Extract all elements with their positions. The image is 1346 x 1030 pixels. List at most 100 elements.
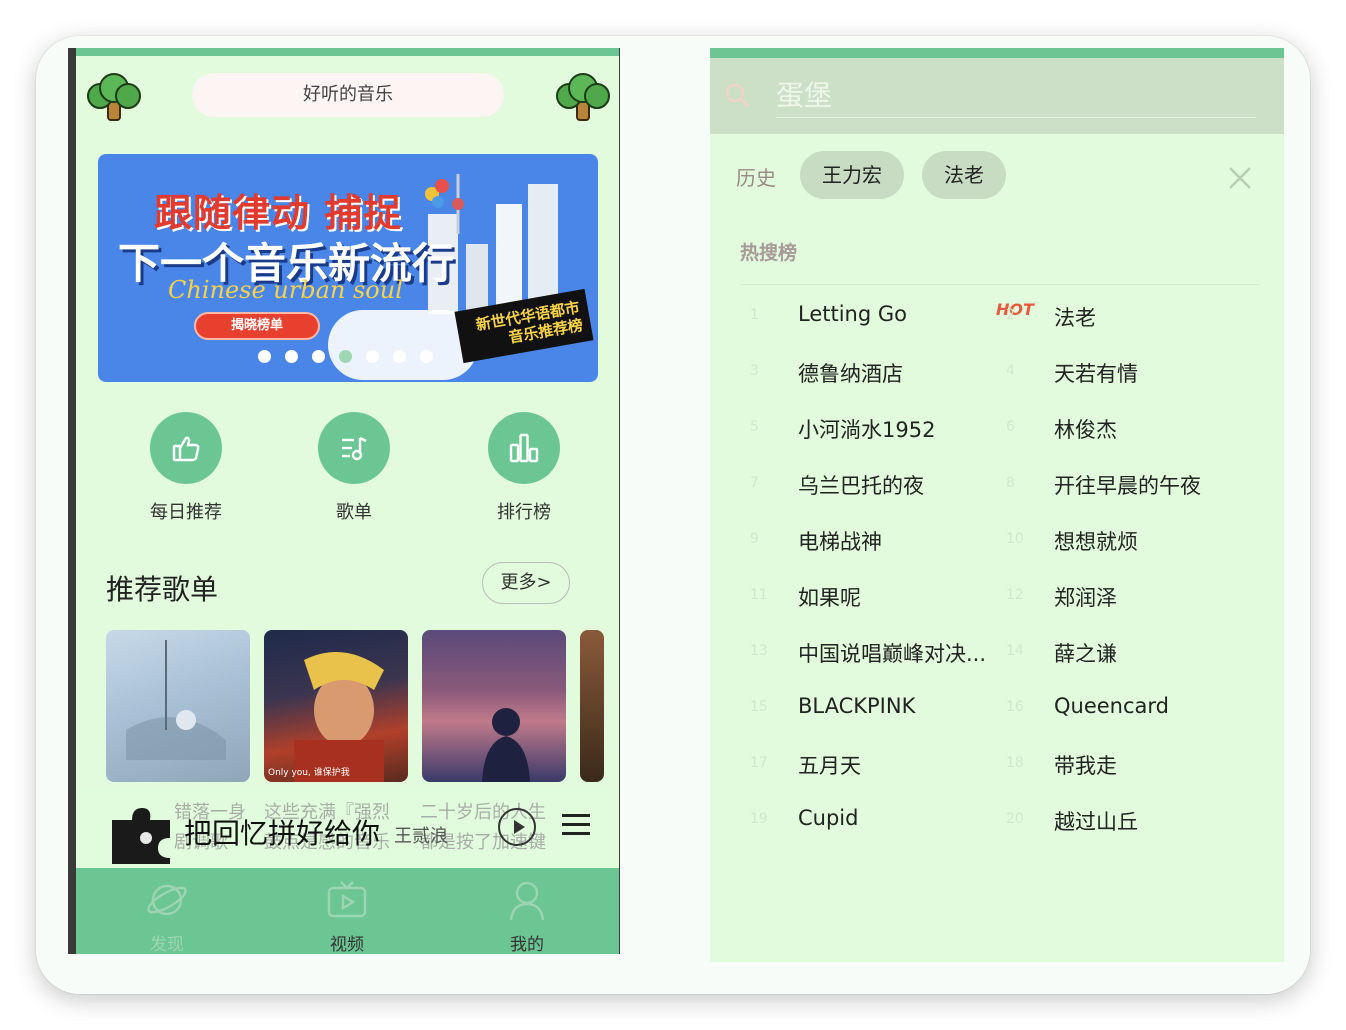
- tab-label: 发现: [150, 935, 184, 954]
- section-title: 推荐歌单: [106, 573, 219, 606]
- reveal-chart-button[interactable]: 揭晓榜单: [194, 312, 320, 340]
- history-chip[interactable]: 法老: [922, 151, 1006, 199]
- banner-line1: 跟随律动 捕捉: [154, 190, 403, 235]
- carousel-dot[interactable]: [312, 350, 325, 363]
- hot-name: BLACKPINK: [798, 694, 916, 718]
- hot-rank: 4: [1006, 363, 1015, 379]
- hot-search-item[interactable]: 11 如果呢: [740, 572, 996, 628]
- bottom-tab-bar: 发现 视频 我的: [76, 868, 619, 954]
- playlist-cover[interactable]: [106, 630, 250, 782]
- hot-rank: 16: [1006, 699, 1024, 715]
- hot-search-item[interactable]: 4 天若有情: [996, 348, 1252, 404]
- hot-name: 想想就烦: [1054, 530, 1138, 554]
- hot-rank: 7: [750, 475, 759, 491]
- promo-banner[interactable]: 跟随律动 捕捉 下一个音乐新流行 Chinese urban soul 揭晓榜单…: [98, 154, 598, 382]
- hot-search-item[interactable]: 12 郑润泽: [996, 572, 1252, 628]
- daily-recommend-button[interactable]: 每日推荐: [126, 412, 246, 524]
- hot-search-item[interactable]: 10 想想就烦: [996, 516, 1252, 572]
- hot-name: 中国说唱巅峰对决...: [798, 642, 987, 666]
- hot-search-item[interactable]: 14 薛之谦: [996, 628, 1252, 684]
- hot-name: 带我走: [1054, 754, 1117, 778]
- search-screen: 历史 王力宏 法老 热搜榜 HOT 1Letting Go2法老3德鲁纳酒店4天…: [710, 48, 1284, 962]
- hot-name: 小河淌水1952: [798, 418, 936, 442]
- broccoli-icon: [87, 73, 141, 121]
- hot-search-item[interactable]: 8 开往早晨的午夜: [996, 460, 1252, 516]
- status-strip: [76, 48, 619, 56]
- carousel-dot[interactable]: [285, 350, 298, 363]
- search-bar: [710, 58, 1284, 134]
- more-button[interactable]: 更多>: [482, 562, 570, 604]
- hot-search-item[interactable]: 20 越过山丘: [996, 796, 1252, 852]
- hot-search-item[interactable]: 1 Letting Go: [740, 292, 996, 348]
- tab-mine[interactable]: 我的: [482, 878, 572, 954]
- hot-search-item[interactable]: 15 BLACKPINK: [740, 684, 996, 740]
- history-chip[interactable]: 王力宏: [800, 151, 904, 199]
- banner-line3: Chinese urban soul: [168, 276, 403, 304]
- carousel-dot[interactable]: [420, 350, 433, 363]
- hot-rank: 8: [1006, 475, 1015, 491]
- tab-discover[interactable]: 发现: [122, 878, 212, 954]
- hot-name: 五月天: [798, 754, 861, 778]
- hot-name: 开往早晨的午夜: [1054, 474, 1201, 498]
- hot-search-item[interactable]: 5 小河淌水1952: [740, 404, 996, 460]
- hot-name: 法老: [1054, 306, 1096, 330]
- hot-search-item[interactable]: 13 中国说唱巅峰对决...: [740, 628, 996, 684]
- video-tv-icon: [327, 881, 367, 918]
- playlist-cover[interactable]: [422, 630, 566, 782]
- search-input[interactable]: [776, 74, 1256, 118]
- tab-video[interactable]: 视频: [302, 878, 392, 954]
- hot-search-item[interactable]: 2 法老: [996, 292, 1252, 348]
- playlist-button[interactable]: 歌单: [294, 412, 414, 524]
- hot-name: Cupid: [798, 806, 859, 830]
- hot-search-item[interactable]: 17 五月天: [740, 740, 996, 796]
- carousel-dot[interactable]: [258, 350, 271, 363]
- carousel-dots[interactable]: [258, 350, 433, 363]
- now-playing-artist: 王贰浪: [394, 826, 448, 847]
- playlist-cover[interactable]: [580, 630, 604, 782]
- search-input[interactable]: 好听的音乐: [192, 73, 504, 117]
- tab-label: 我的: [510, 935, 544, 954]
- now-playing-title: 把回忆拼好给你: [184, 817, 381, 850]
- hot-name: 德鲁纳酒店: [798, 362, 903, 386]
- broccoli-icon: [556, 73, 610, 121]
- mini-player[interactable]: 错落一身 这些充满『强烈 二十岁后的人生 剧调歌 鼓点是感的音乐 都是按了加速键…: [76, 788, 619, 870]
- hot-name: Queencard: [1054, 694, 1169, 718]
- home-screen: 好听的音乐 跟随律动 捕捉 下一个音乐新流行 Chinese urban sou…: [68, 48, 620, 954]
- discover-planet-icon: [147, 884, 187, 916]
- cover-silhouette: [482, 708, 530, 782]
- user-icon: [509, 881, 545, 921]
- hot-search-item[interactable]: 18 带我走: [996, 740, 1252, 796]
- hot-search-title: 热搜榜: [740, 242, 798, 264]
- hot-search-item[interactable]: 9 电梯战神: [740, 516, 996, 572]
- hot-name: 乌兰巴托的夜: [798, 474, 924, 498]
- divider: [740, 284, 1260, 285]
- hot-search-item[interactable]: 6 林俊杰: [996, 404, 1252, 460]
- hot-name: 如果呢: [798, 586, 861, 610]
- play-button[interactable]: [498, 808, 536, 846]
- ranking-button[interactable]: 排行榜: [464, 412, 584, 524]
- puzzle-album-art: [112, 808, 170, 864]
- hot-name: 郑润泽: [1054, 586, 1117, 610]
- carousel-dot[interactable]: [366, 350, 379, 363]
- carousel-dot[interactable]: [339, 350, 352, 363]
- hot-search-item[interactable]: 16 Queencard: [996, 684, 1252, 740]
- hot-rank: 11: [750, 587, 768, 603]
- hot-name: Letting Go: [798, 302, 907, 326]
- hot-rank: 20: [1006, 811, 1024, 827]
- hot-rank: 19: [750, 811, 768, 827]
- playlist-icon: [342, 436, 367, 461]
- playlist-menu-icon[interactable]: [562, 814, 590, 841]
- quick-label: 歌单: [336, 502, 372, 523]
- hot-name: 越过山丘: [1054, 810, 1138, 834]
- thumbs-up-icon: [172, 436, 200, 462]
- playlist-cover[interactable]: Only you, 谁保护我: [264, 630, 408, 782]
- hot-search-item[interactable]: 7 乌兰巴托的夜: [740, 460, 996, 516]
- hot-rank: 17: [750, 755, 768, 771]
- hot-search-item[interactable]: 3 德鲁纳酒店: [740, 348, 996, 404]
- hot-name: 林俊杰: [1054, 418, 1117, 442]
- carousel-dot[interactable]: [393, 350, 406, 363]
- hot-search-item[interactable]: 19 Cupid: [740, 796, 996, 852]
- hot-name: 薛之谦: [1054, 642, 1117, 666]
- close-icon[interactable]: [1226, 164, 1254, 192]
- hot-rank: 18: [1006, 755, 1024, 771]
